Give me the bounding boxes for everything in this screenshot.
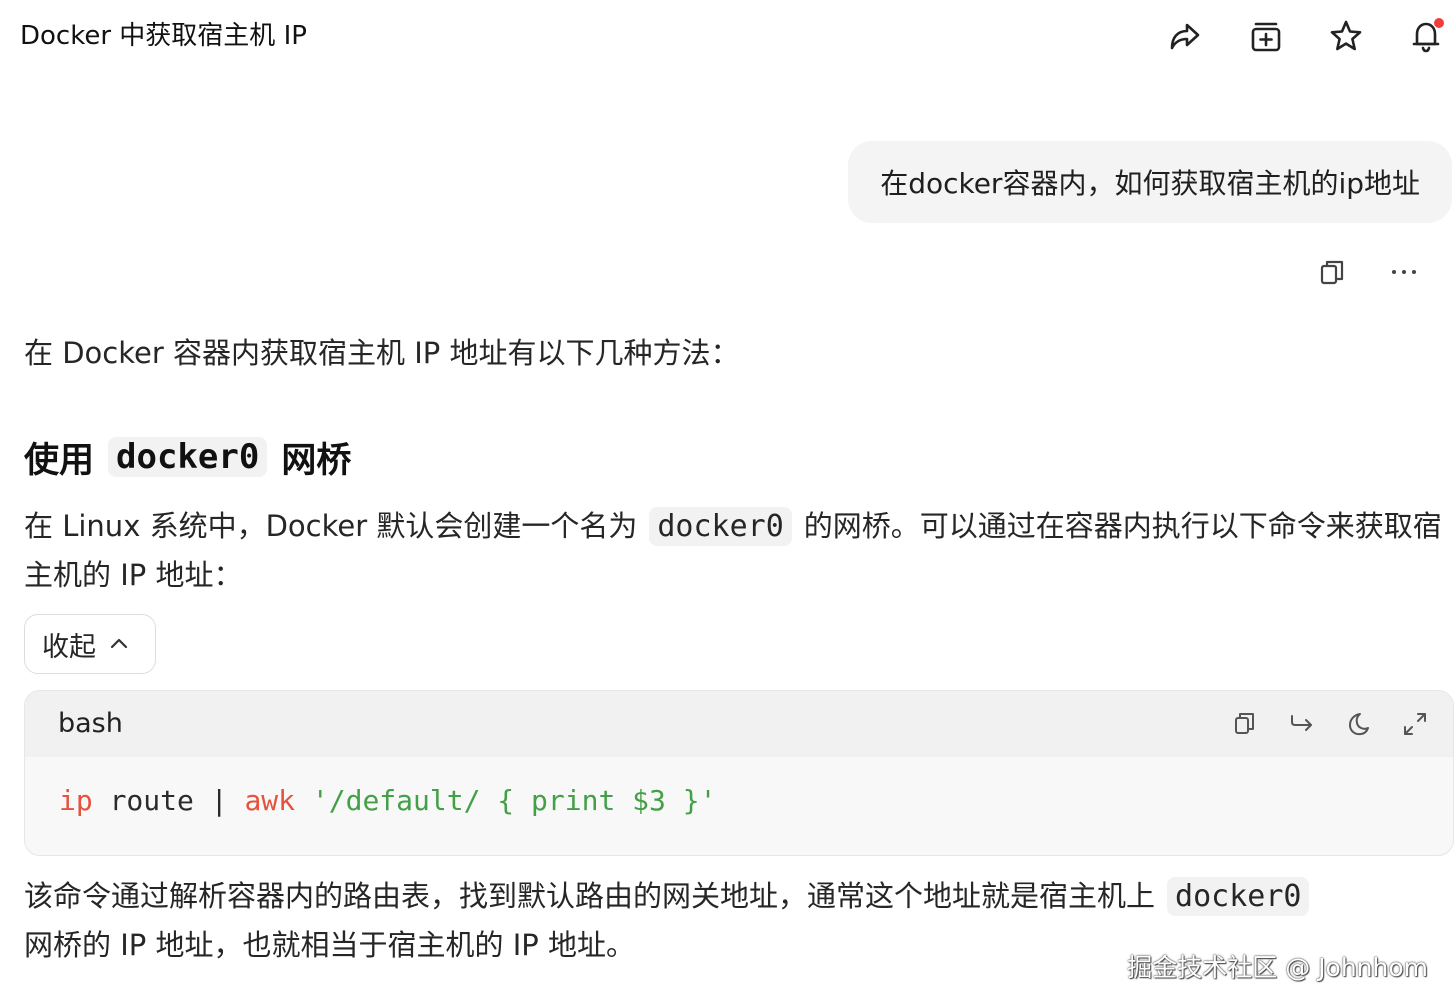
chevron-up-icon — [110, 638, 128, 649]
section-paragraph: 在 Linux 系统中，Docker 默认会创建一个名为 docker0 的网桥。可… — [24, 502, 1444, 600]
wrap-icon — [1291, 715, 1312, 731]
notification-badge — [1434, 18, 1444, 28]
theme-icon — [1349, 713, 1369, 736]
chat-page: Docker 中获取宿主机 IP 在docker容器内，如何获取宿主机的ip地址… — [0, 0, 1454, 1006]
expand-button[interactable] — [1395, 704, 1435, 744]
code-token-command: awk — [244, 784, 296, 817]
copy-code-button[interactable] — [1225, 704, 1265, 744]
wrap-lines-button[interactable] — [1282, 704, 1322, 744]
heading-inline-code: docker0 — [108, 437, 268, 477]
user-message-text: 在docker容器内，如何获取宿主机的ip地址 — [880, 167, 1420, 200]
share-icon — [1170, 23, 1200, 50]
code-block: bash ip route | awk '/default/ {print $… — [24, 690, 1454, 856]
more-options-button[interactable] — [1384, 252, 1424, 292]
para2-text-before: 在 Linux 系统中，Docker 默认会创建一个名为 — [24, 509, 638, 543]
watermark: 掘金技术社区 @ Johnhom — [1127, 953, 1428, 982]
code-block-header: bash — [25, 691, 1453, 757]
notifications-button[interactable] — [1406, 16, 1446, 56]
copy-message-button[interactable] — [1312, 252, 1352, 292]
code-content: ip route | awk '/default/ { print $3 }' — [59, 779, 716, 823]
collapse-button[interactable]: 收起 — [24, 614, 156, 674]
conversation-title: Docker 中获取宿主机 IP — [20, 21, 307, 51]
copy-icon — [1235, 713, 1254, 734]
add-to-collection-button[interactable] — [1246, 16, 1286, 56]
para3-text-after: 网桥的 IP 地址，也就相当于宿主机的 IP 地址。 — [24, 928, 635, 962]
add-to-collection-icon — [1251, 22, 1281, 52]
code-token-command: ip — [59, 784, 93, 817]
para3-text-before: 该命令通过解析容器内的路由表，找到默认路由的网关地址，通常这个地址就是宿主机上 — [24, 879, 1156, 913]
para2-inline-code: docker0 — [649, 507, 792, 546]
more-icon — [1392, 270, 1416, 274]
favorite-button[interactable] — [1326, 16, 1366, 56]
star-icon — [1330, 20, 1362, 51]
section-heading: 使用 docker0 网桥 — [24, 432, 351, 482]
code-language-label: bash — [58, 708, 123, 739]
user-message-bubble: 在docker容器内，如何获取宿主机的ip地址 — [848, 141, 1452, 223]
heading-prefix: 使用 — [24, 440, 95, 481]
para3-inline-code: docker0 — [1167, 877, 1310, 916]
expand-icon — [1404, 713, 1426, 735]
share-button[interactable] — [1165, 16, 1205, 56]
code-token-args: route | — [92, 784, 245, 817]
code-token-string: '/default/ { print $3 }' — [295, 784, 717, 817]
answer-intro: 在 Docker 容器内获取宿主机 IP 地址有以下几种方法： — [24, 336, 740, 370]
copy-icon — [1320, 260, 1344, 285]
collapse-label: 收起 — [42, 631, 96, 663]
top-bar: Docker 中获取宿主机 IP — [0, 0, 1454, 72]
heading-suffix: 网桥 — [281, 440, 352, 481]
theme-toggle-button[interactable] — [1338, 704, 1378, 744]
